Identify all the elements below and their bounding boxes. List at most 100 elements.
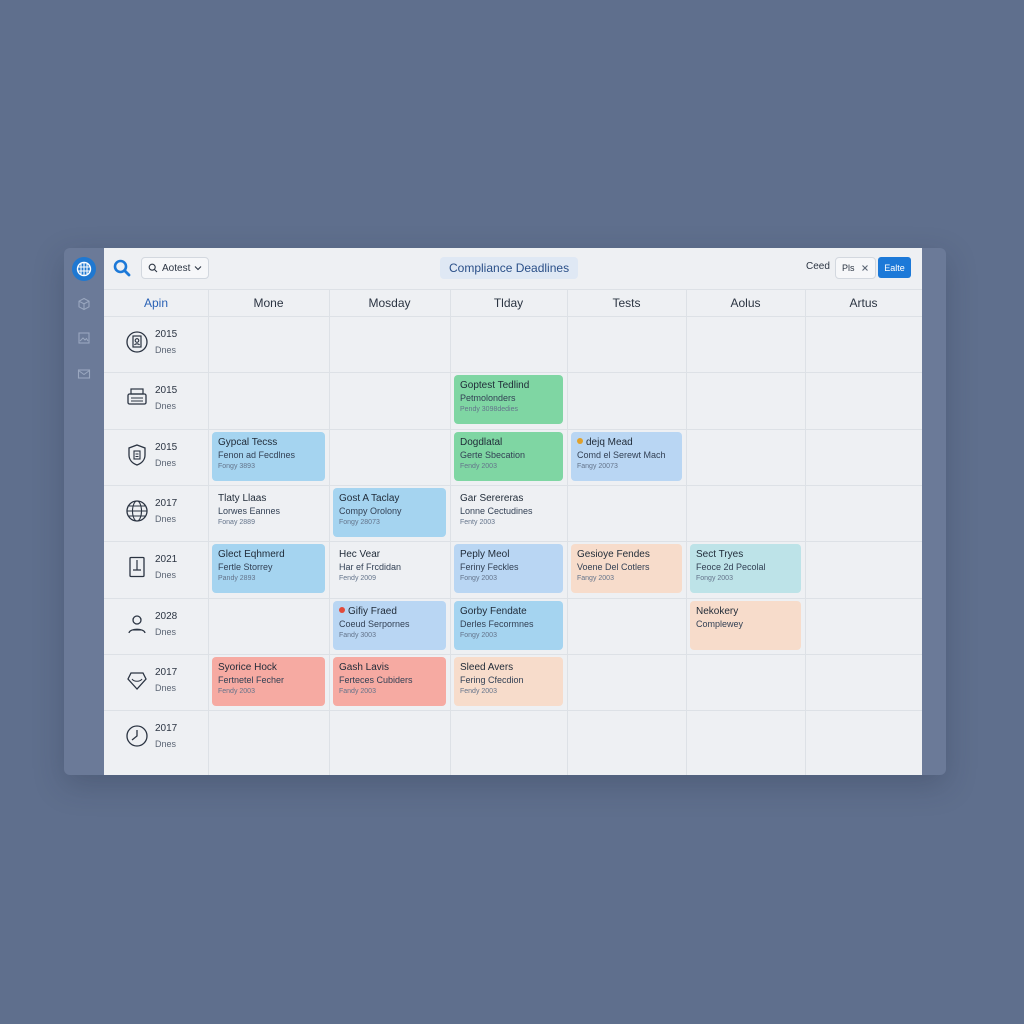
event-subtitle: Petmolonders [460, 393, 516, 403]
event-card[interactable]: Gorby Fendate Derles Fecormnes Fongy 2003 [454, 601, 563, 650]
event-title-text: Gash Lavis [339, 662, 390, 673]
event-subtitle: Comd el Serewt Mach [577, 450, 666, 460]
event-title: Goptest Tedlind [460, 380, 557, 392]
event-card[interactable]: Gash Lavis Ferteces Cubiders Fandy 2003 [333, 657, 446, 706]
event-title-text: Glect Eqhmerd [218, 549, 285, 560]
primary-button[interactable]: Ealte [878, 257, 911, 278]
grid-divider-horizontal [104, 541, 922, 542]
grid-divider-horizontal [104, 654, 922, 655]
event-card[interactable]: Gesioye Fendes Voene Del Cotlers Fangy 200… [571, 544, 682, 593]
event-date: Pendy 3098dedies [460, 406, 518, 413]
grid-divider-vertical [686, 290, 687, 775]
document-icon [125, 555, 149, 579]
status-dot-icon [339, 607, 345, 613]
app-frame: Aotest Compliance Deadlines Ceed Pls Eal… [64, 248, 946, 775]
globe-icon [125, 499, 149, 523]
event-card[interactable]: Sect Tryes Feoce 2d Pecolal Fongy 2003 [690, 544, 801, 593]
grid-divider-horizontal [104, 710, 922, 711]
event-date: Fongy 3893 [218, 463, 255, 470]
event-title-text: Gorby Fendate [460, 606, 527, 617]
event-card[interactable]: Gar Serereras Lonne Cectudines Fenty 2003 [454, 488, 563, 537]
event-card[interactable]: Sleed Avers Fering Cfecdion Fendy 2003 [454, 657, 563, 706]
event-title-text: Syorice Hock [218, 662, 277, 673]
status-dot-icon [577, 438, 583, 444]
event-card[interactable]: Glect Eqhmerd Fertle Storrey Pandy 2893 [212, 544, 325, 593]
grid-divider-vertical [805, 290, 806, 775]
clipboard-user-icon [125, 330, 149, 354]
event-title: Gorby Fendate [460, 606, 557, 618]
view-chip[interactable]: Pls [835, 257, 876, 279]
search-small-icon [148, 263, 158, 273]
column-header[interactable]: Tlday [450, 290, 567, 316]
row-label-cell: 2021 Dnes [104, 541, 208, 597]
row-sub-label: Dnes [155, 627, 177, 637]
row-label-cell: 2015 Dnes [104, 372, 208, 428]
event-title: Gifiy Fraed [339, 606, 440, 618]
event-title-text: Peply Meol [460, 549, 510, 560]
close-icon[interactable] [861, 264, 869, 272]
event-title-text: Nekokery [696, 606, 739, 617]
event-subtitle: Feriny Feckles [460, 562, 519, 572]
grid-divider-horizontal [104, 485, 922, 486]
event-title-text: Hec Vear [339, 549, 381, 560]
event-card[interactable]: Hec Vear Har ef Frcdidan Fendy 2009 [333, 544, 446, 593]
event-title: dejq Mead [577, 437, 676, 449]
event-title: Dogdlatal [460, 437, 557, 449]
event-title-text: Gar Serereras [460, 493, 524, 504]
event-subtitle: Fering Cfecdion [460, 675, 524, 685]
row-sub-label: Dnes [155, 683, 177, 693]
event-subtitle: Fenon ad Fecdlnes [218, 450, 296, 460]
event-date: Fenty 2003 [460, 519, 496, 526]
search-icon[interactable] [112, 258, 132, 278]
column-header[interactable]: Mosday [329, 290, 450, 316]
row-label-cell: 2017 Dnes [104, 654, 208, 710]
grid-divider-vertical [450, 290, 451, 775]
column-header[interactable]: Artus [805, 290, 922, 316]
event-subtitle: Coeud Serpornes [339, 619, 410, 629]
filter-label: Aotest [162, 262, 191, 274]
event-date: Fandy 2003 [339, 688, 376, 695]
cube-icon[interactable] [72, 292, 96, 316]
event-card[interactable]: Nekokery Complewey [690, 601, 801, 650]
event-card[interactable]: Peply Meol Feriny Feckles Fongy 2003 [454, 544, 563, 593]
column-header[interactable]: Apin [104, 290, 208, 316]
column-header[interactable]: Mone [208, 290, 329, 316]
grid-divider-horizontal [104, 316, 922, 317]
event-card[interactable]: Gypcal Tecss Fenon ad Fecdlnes Fongy 3893 [212, 432, 325, 481]
event-date: Fendy 2003 [218, 688, 255, 695]
event-card[interactable]: Syorice Hock Fertnetel Fecher Fendy 2003 [212, 657, 325, 706]
grid-divider-vertical [208, 290, 209, 775]
row-year-label: 2015 [155, 442, 178, 453]
column-header[interactable]: Tests [567, 290, 686, 316]
filter-select[interactable]: Aotest [141, 257, 210, 279]
event-card[interactable]: Tlaty Llaas Lorwes Eannes Fonay 2889 [212, 488, 325, 537]
row-label-cell: 2028 Dnes [104, 598, 208, 654]
column-header[interactable]: Aolus [686, 290, 805, 316]
row-label-cell: 2017 Dnes [104, 710, 208, 766]
chevron-down-icon [194, 266, 202, 271]
event-subtitle: Lorwes Eannes [218, 506, 281, 516]
event-title: Gesioye Fendes [577, 549, 676, 561]
row-label-cell: 2015 Dnes [104, 429, 208, 485]
event-date: Fendy 2003 [460, 688, 497, 695]
event-card[interactable]: Goptest Tedlind Petmolonders Pendy 3098ded… [454, 375, 563, 424]
mail-icon[interactable] [72, 362, 96, 386]
image-icon[interactable] [72, 326, 96, 350]
event-date: Fongy 28073 [339, 519, 380, 526]
event-subtitle: Har ef Frcdidan [339, 562, 402, 572]
event-card[interactable]: Gost A Taclay Compy Orolony Fongy 28073 [333, 488, 446, 537]
left-rail [64, 248, 104, 775]
event-card[interactable]: Gifiy Fraed Coeud Serpornes Fandy 3003 [333, 601, 446, 650]
grid-logo-icon[interactable] [72, 257, 96, 281]
event-title: Sleed Avers [460, 662, 557, 674]
row-sub-label: Dnes [155, 458, 177, 468]
event-card[interactable]: Dogdlatal Gerte Sbecation Fendy 2003 [454, 432, 563, 481]
event-date: Pandy 2893 [218, 575, 256, 582]
event-title: Gash Lavis [339, 662, 440, 674]
event-title-text: Gesioye Fendes [577, 549, 650, 560]
row-year-label: 2017 [155, 667, 178, 678]
event-card[interactable]: dejq Mead Comd el Serewt Mach Fangy 20073 [571, 432, 682, 481]
row-sub-label: Dnes [155, 570, 177, 580]
grid-divider-vertical [567, 290, 568, 775]
row-sub-label: Dnes [155, 514, 177, 524]
